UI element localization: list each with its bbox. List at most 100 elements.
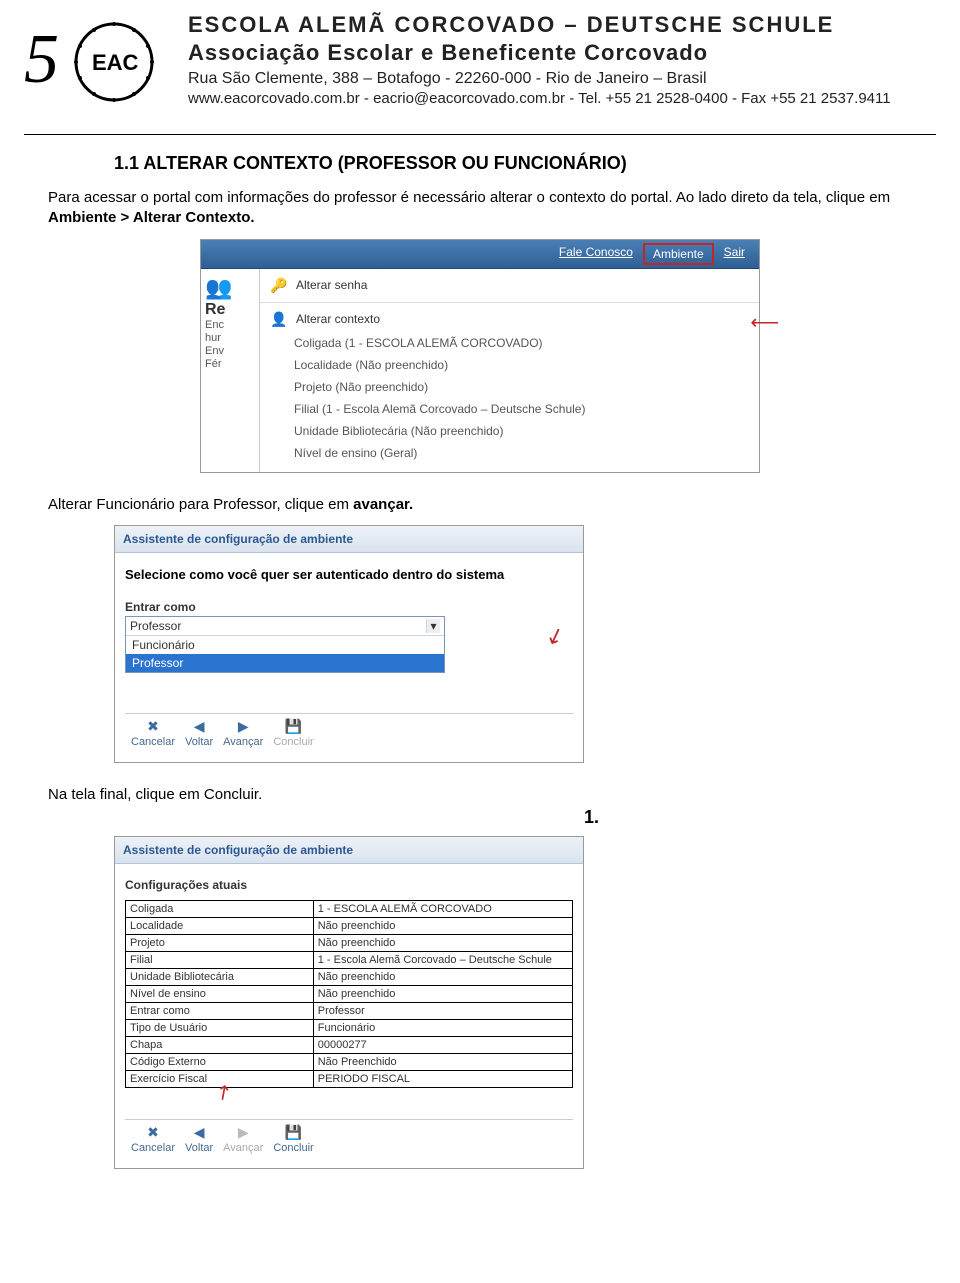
config-table: Coligada1 - ESCOLA ALEMÃ CORCOVADOLocali… <box>125 900 573 1088</box>
para1-bold: Ambiente > Alterar Contexto. <box>48 209 255 226</box>
wizard-toolbar: ✖ Cancelar ◀ Voltar ▶ Avançar 💾 Concluir <box>125 713 573 752</box>
menu-unidade[interactable]: Unidade Bibliotecária (Não preenchido) <box>260 420 759 442</box>
table-row: LocalidadeNão preenchido <box>126 917 573 934</box>
wizard-concluir[interactable]: 💾 Concluir <box>273 1124 313 1154</box>
config-value: Não preenchido <box>313 917 572 934</box>
screenshot-wizard-step1: Assistente de configuração de ambiente S… <box>114 525 584 763</box>
left-title: Re <box>205 301 255 319</box>
wizard-cancelar[interactable]: ✖ Cancelar <box>131 1124 175 1154</box>
para2-text: Alterar Funcionário para Professor, cliq… <box>48 496 353 513</box>
entrar-como-label: Entrar como <box>125 600 573 614</box>
table-row: Chapa00000277 <box>126 1036 573 1053</box>
table-row: Unidade BibliotecáriaNão preenchido <box>126 968 573 985</box>
config-key: Unidade Bibliotecária <box>126 968 314 985</box>
config-value: Não preenchido <box>313 985 572 1002</box>
step-number: 1. <box>584 807 936 828</box>
wizard-title: Assistente de configuração de ambiente <box>115 837 583 864</box>
config-key: Chapa <box>126 1036 314 1053</box>
config-key: Filial <box>126 951 314 968</box>
topbar-fale-conosco[interactable]: Fale Conosco <box>551 243 641 265</box>
config-value: PERIODO FISCAL <box>313 1070 572 1087</box>
wizard-subtitle: Selecione como você quer ser autenticado… <box>125 567 573 584</box>
config-value: Não preenchido <box>313 934 572 951</box>
menu-alterar-contexto[interactable]: 👤 Alterar contexto ⟵ <box>260 307 759 332</box>
paragraph-1: Para acessar o portal com informações do… <box>48 188 936 229</box>
save-icon: 💾 <box>285 1124 302 1141</box>
page-header: 5 EAC ESCOLA ALEMÃ CORCOVADO – DEUTSCHE … <box>24 12 936 122</box>
table-row: ProjetoNão preenchido <box>126 934 573 951</box>
table-row: Exercício FiscalPERIODO FISCAL <box>126 1070 573 1087</box>
cancel-icon: ✖ <box>147 718 159 735</box>
config-value: Professor <box>313 1002 572 1019</box>
svg-text:EAC: EAC <box>92 50 139 75</box>
save-icon: 💾 <box>285 718 302 735</box>
config-value: Não Preenchido <box>313 1053 572 1070</box>
select-current: Professor <box>130 619 181 633</box>
wizard-concluir[interactable]: 💾 Concluir <box>273 718 313 748</box>
table-row: Entrar comoProfessor <box>126 1002 573 1019</box>
left-fragment: 👥 Re Enc hur Env Fér <box>201 269 259 472</box>
table-row: Nível de ensinoNão preenchido <box>126 985 573 1002</box>
menu-projeto[interactable]: Projeto (Não preenchido) <box>260 376 759 398</box>
select-option-professor[interactable]: Professor <box>126 654 444 672</box>
select-option-funcionario[interactable]: Funcionário <box>126 636 444 654</box>
topbar-sair[interactable]: Sair <box>716 243 753 265</box>
wizard-voltar[interactable]: ◀ Voltar <box>185 1124 213 1154</box>
topbar-ambiente[interactable]: Ambiente <box>643 243 714 265</box>
config-value: Funcionário <box>313 1019 572 1036</box>
wizard-cancelar[interactable]: ✖ Cancelar <box>131 718 175 748</box>
left-sub3: Env <box>205 345 255 358</box>
config-value: Não preenchido <box>313 968 572 985</box>
chevron-down-icon: ▾ <box>426 619 440 633</box>
menu-nivel[interactable]: Nível de ensino (Geral) <box>260 442 759 464</box>
config-key: Código Externo <box>126 1053 314 1070</box>
config-key: Tipo de Usuário <box>126 1019 314 1036</box>
cancel-icon: ✖ <box>147 1124 159 1141</box>
header-title-1: ESCOLA ALEMÃ CORCOVADO – DEUTSCHE SCHULE <box>188 12 891 38</box>
header-address: Rua São Clemente, 388 – Botafogo - 22260… <box>188 70 891 88</box>
table-row: Filial1 - Escola Alemã Corcovado – Deuts… <box>126 951 573 968</box>
left-sub4: Fér <box>205 358 255 371</box>
context-menu: 🔑 Alterar senha 👤 Alterar contexto ⟵ Col… <box>259 269 759 472</box>
screenshot-wizard-final: Assistente de configuração de ambiente C… <box>114 836 584 1169</box>
users-icon: 👥 <box>205 275 255 301</box>
wizard-avancar[interactable]: ▶ Avançar <box>223 1124 263 1154</box>
topbar: Fale Conosco Ambiente Sair <box>201 240 759 269</box>
para2-bold: avançar. <box>353 496 413 513</box>
wizard-voltar[interactable]: ◀ Voltar <box>185 718 213 748</box>
table-row: Coligada1 - ESCOLA ALEMÃ CORCOVADO <box>126 900 573 917</box>
para1-text: Para acessar o portal com informações do… <box>48 189 890 206</box>
logo-50-eac: 5 EAC <box>24 12 174 122</box>
config-subtitle: Configurações atuais <box>125 878 573 892</box>
menu-filial[interactable]: Filial (1 - Escola Alemã Corcovado – Deu… <box>260 398 759 420</box>
user-swap-icon: 👤 <box>270 311 288 328</box>
config-key: Coligada <box>126 900 314 917</box>
divider <box>24 134 936 135</box>
config-value: 00000277 <box>313 1036 572 1053</box>
left-sub2: hur <box>205 332 255 345</box>
key-icon: 🔑 <box>270 277 288 294</box>
entrar-como-select[interactable]: Professor ▾ Funcionário Professor ↙ <box>125 616 445 673</box>
menu-localidade[interactable]: Localidade (Não preenchido) <box>260 354 759 376</box>
left-sub1: Enc <box>205 319 255 332</box>
config-key: Projeto <box>126 934 314 951</box>
config-key: Localidade <box>126 917 314 934</box>
table-row: Tipo de UsuárioFuncionário <box>126 1019 573 1036</box>
red-arrow-icon: ↙ <box>542 620 568 651</box>
config-key: Nível de ensino <box>126 985 314 1002</box>
paragraph-3: Na tela final, clique em Concluir. <box>48 785 936 805</box>
header-contact: www.eacorcovado.com.br - eacrio@eacorcov… <box>188 90 891 107</box>
menu-alterar-senha[interactable]: 🔑 Alterar senha <box>260 273 759 298</box>
section-title: 1.1 ALTERAR CONTEXTO (PROFESSOR OU FUNCI… <box>114 153 936 174</box>
menu-label: Alterar contexto <box>296 312 380 326</box>
menu-label: Alterar senha <box>296 278 367 292</box>
forward-icon: ▶ <box>238 1124 249 1141</box>
config-value: 1 - Escola Alemã Corcovado – Deutsche Sc… <box>313 951 572 968</box>
wizard-avancar[interactable]: ▶ Avançar <box>223 718 263 748</box>
wizard-title: Assistente de configuração de ambiente <box>115 526 583 553</box>
paragraph-2: Alterar Funcionário para Professor, cliq… <box>48 495 936 515</box>
menu-coligada[interactable]: Coligada (1 - ESCOLA ALEMÃ CORCOVADO) <box>260 332 759 354</box>
back-icon: ◀ <box>194 1124 205 1141</box>
header-title-2: Associação Escolar e Beneficente Corcova… <box>188 40 891 66</box>
config-key: Entrar como <box>126 1002 314 1019</box>
